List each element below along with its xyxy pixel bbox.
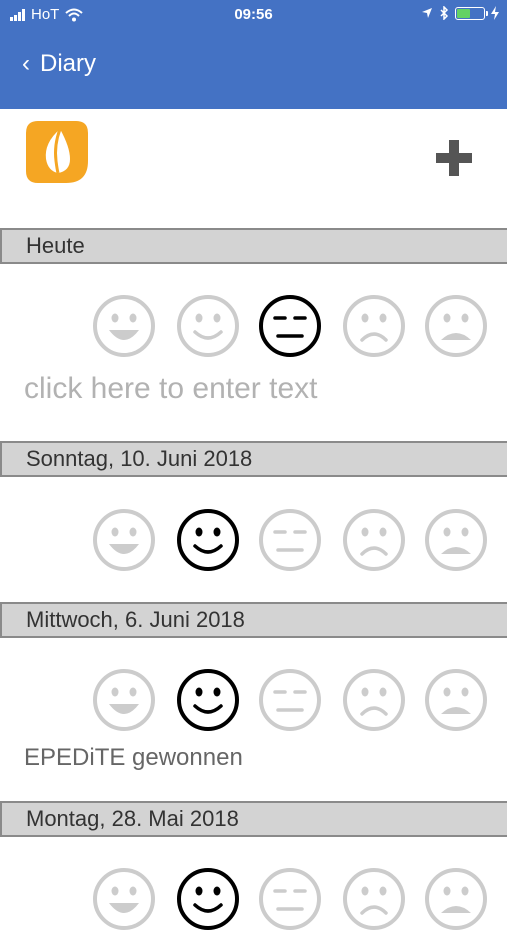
location-icon: [422, 8, 432, 18]
mood-row: [0, 508, 507, 572]
section-header: Mittwoch, 6. Juni 2018: [0, 602, 507, 638]
section-header: Sonntag, 10. Juni 2018: [0, 441, 507, 477]
happy-face-icon[interactable]: [176, 668, 240, 732]
mood-row: [0, 867, 507, 931]
nav-bar: ‹ Diary: [0, 30, 507, 109]
very-sad-face-icon[interactable]: [424, 668, 488, 732]
back-button[interactable]: ‹ Diary: [22, 50, 96, 78]
back-label: Diary: [40, 50, 97, 77]
very-happy-face-icon[interactable]: [92, 294, 156, 358]
happy-face-icon[interactable]: [176, 508, 240, 572]
section-header: Heute: [0, 228, 507, 264]
charging-icon: [491, 6, 499, 20]
sad-face-icon[interactable]: [342, 867, 406, 931]
sad-face-icon[interactable]: [342, 668, 406, 732]
entry-text-input[interactable]: click here to enter text: [24, 372, 317, 406]
add-entry-button[interactable]: [434, 138, 474, 178]
mood-row: [0, 668, 507, 732]
neutral-face-icon[interactable]: [258, 508, 322, 572]
very-sad-face-icon[interactable]: [424, 867, 488, 931]
happy-face-icon[interactable]: [176, 867, 240, 931]
very-sad-face-icon[interactable]: [424, 508, 488, 572]
neutral-face-icon[interactable]: [258, 867, 322, 931]
sad-face-icon[interactable]: [342, 508, 406, 572]
status-bar: HoT 09:56: [0, 0, 507, 30]
bluetooth-icon: [440, 6, 449, 20]
very-happy-face-icon[interactable]: [92, 668, 156, 732]
happy-face-icon[interactable]: [176, 294, 240, 358]
very-happy-face-icon[interactable]: [92, 508, 156, 572]
very-sad-face-icon[interactable]: [424, 294, 488, 358]
chevron-left-icon: ‹: [22, 50, 30, 77]
very-happy-face-icon[interactable]: [92, 867, 156, 931]
neutral-face-icon[interactable]: [258, 294, 322, 358]
battery-icon: [455, 6, 488, 20]
section-header: Montag, 28. Mai 2018: [0, 801, 507, 837]
neutral-face-icon[interactable]: [258, 668, 322, 732]
entry-note: EPEDiTE gewonnen: [24, 744, 243, 771]
app-logo: [26, 121, 88, 183]
mood-row: [0, 294, 507, 358]
sad-face-icon[interactable]: [342, 294, 406, 358]
